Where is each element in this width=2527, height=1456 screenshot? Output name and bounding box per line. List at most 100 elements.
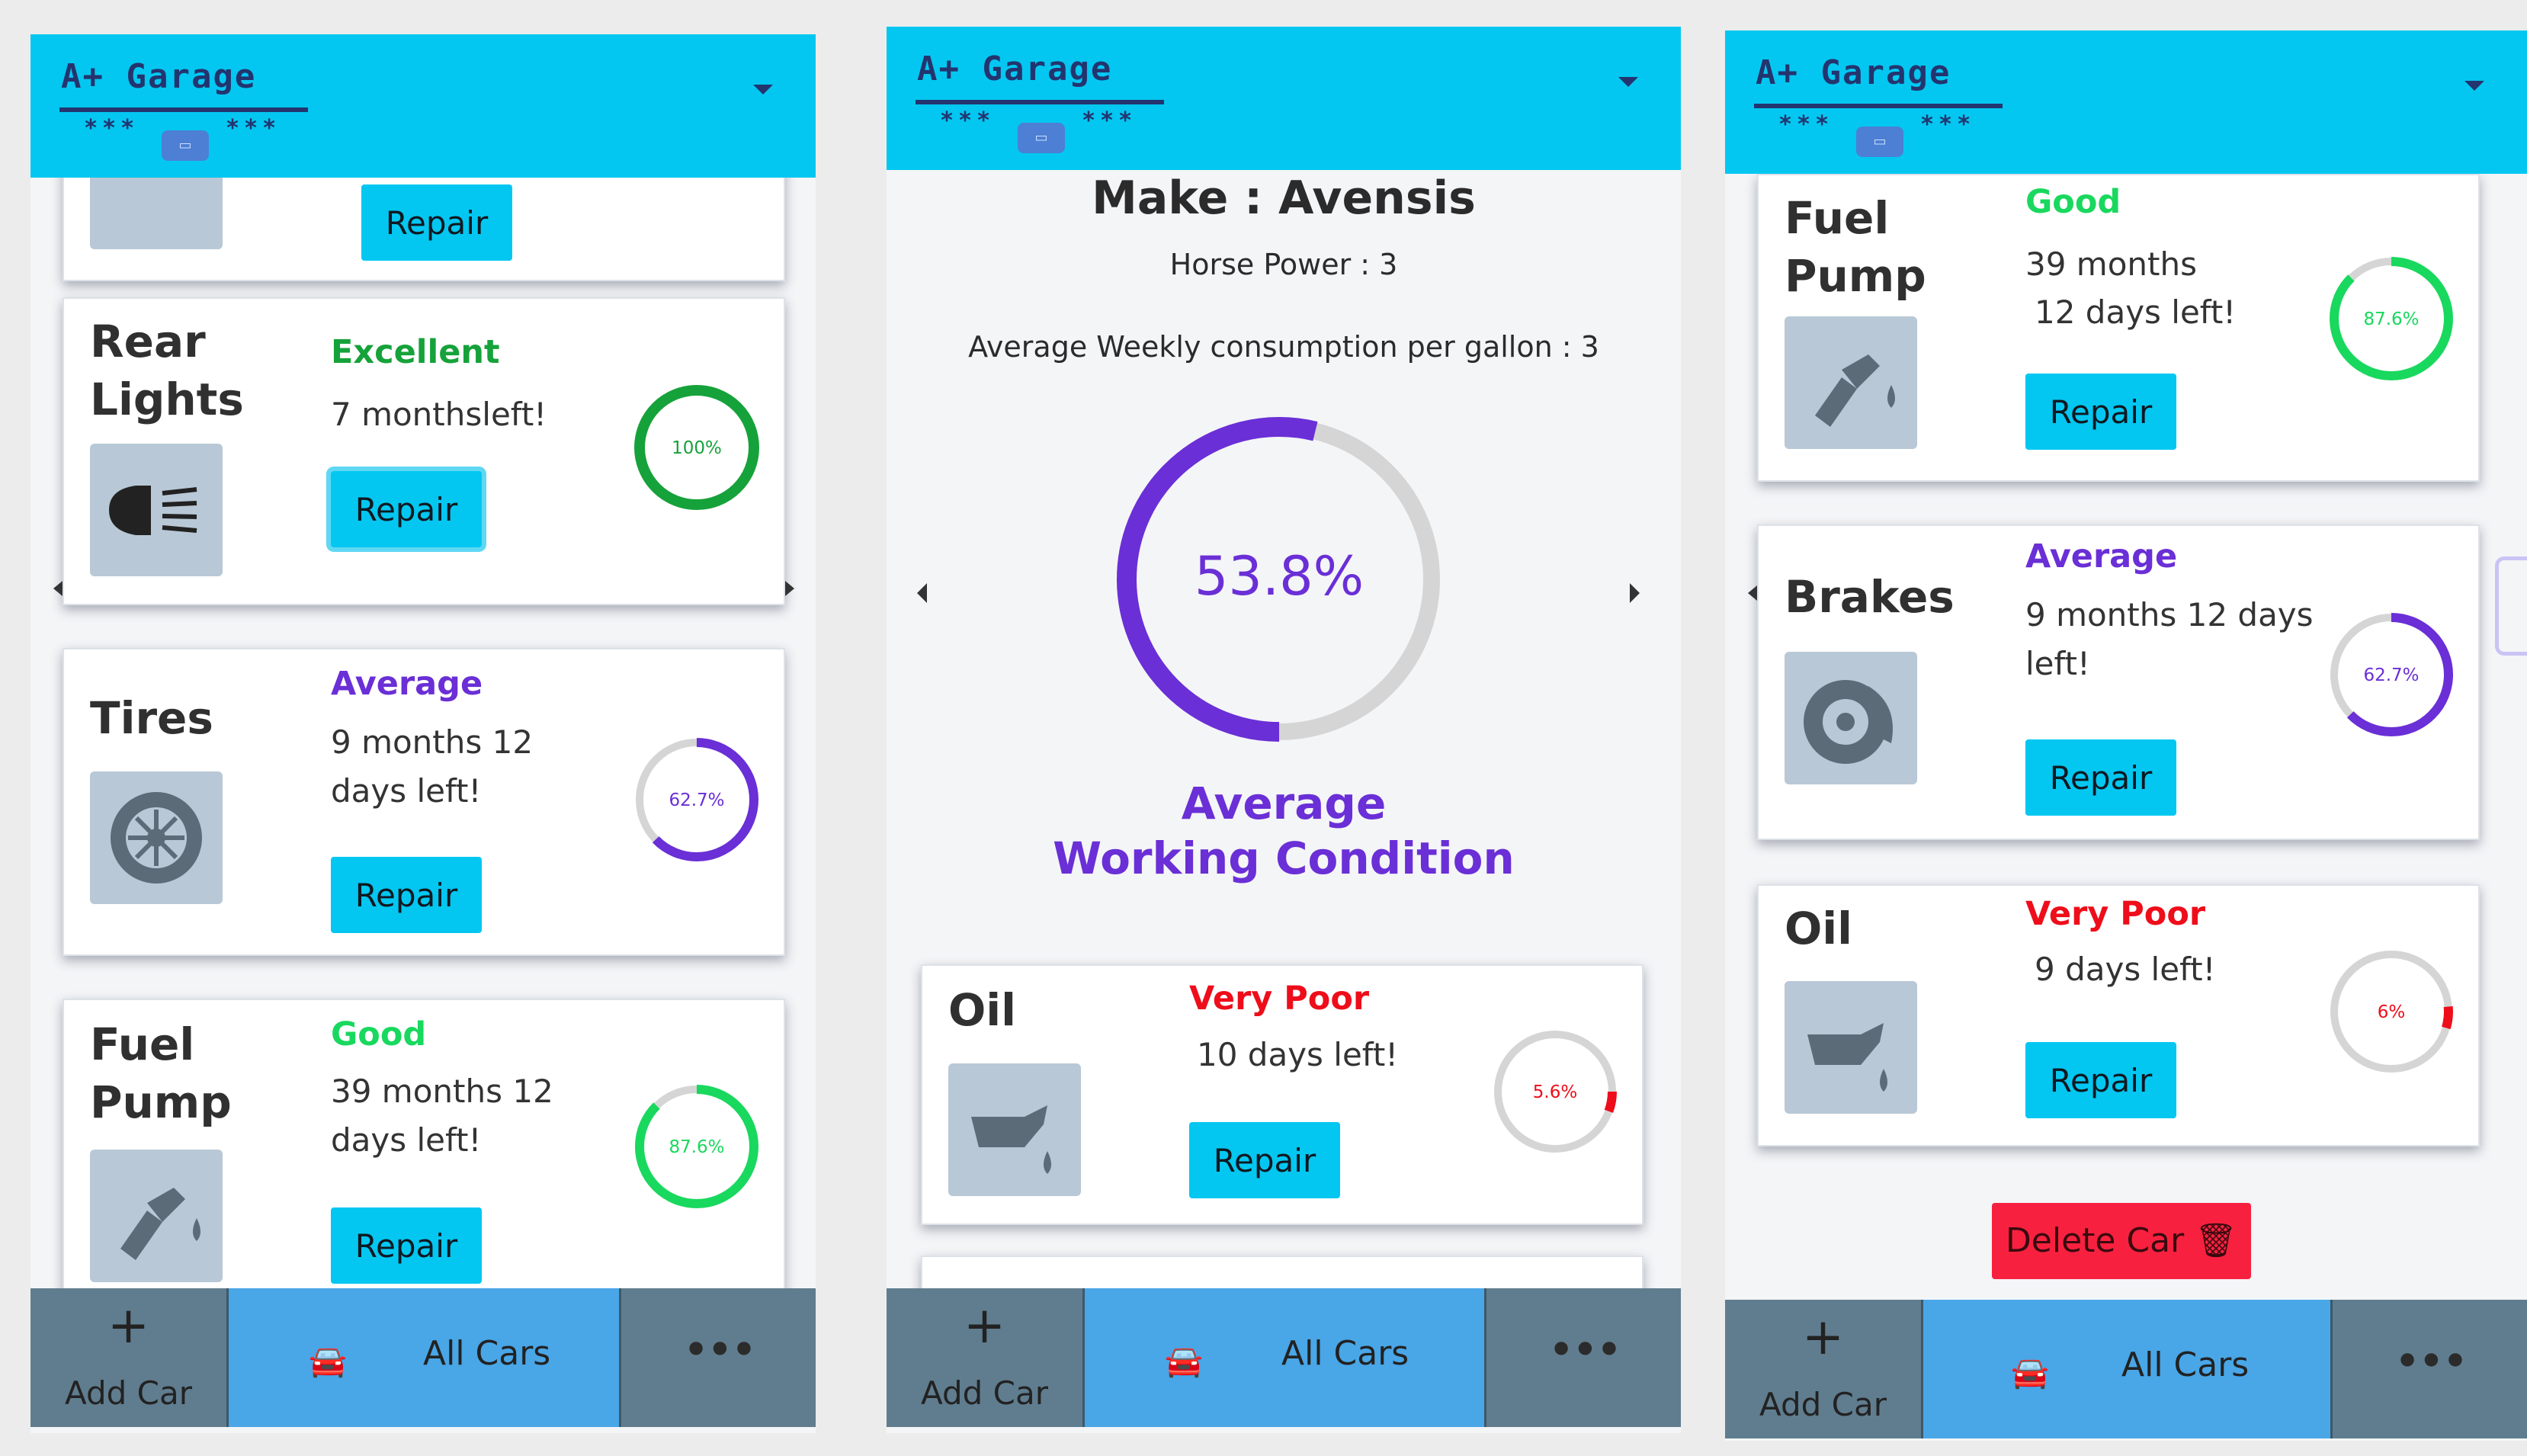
part-title: Oil xyxy=(1785,903,1853,954)
repair-button[interactable]: Repair xyxy=(2025,739,2176,816)
condition-label-line1: Average xyxy=(1181,778,1387,829)
percent-label: 87.6% xyxy=(2363,309,2419,329)
more-button[interactable]: ••• xyxy=(1486,1288,1681,1427)
car-badge-icon: ▭ xyxy=(1018,123,1065,153)
more-dots-icon: ••• xyxy=(2394,1335,2468,1388)
bottom-nav: + Add Car 🚘 All Cars ••• xyxy=(1725,1300,2527,1438)
repair-button[interactable]: Repair xyxy=(361,184,512,261)
all-cars-label: All Cars xyxy=(423,1334,551,1373)
percent-label: 100% xyxy=(672,438,722,458)
status-label: Very Poor xyxy=(2025,895,2206,933)
plus-icon: + xyxy=(963,1296,1006,1355)
brake-disc-icon xyxy=(1785,652,1917,784)
part-title: Rear Lights xyxy=(90,316,244,425)
logo-stars-right: *** xyxy=(1920,111,1976,138)
repair-button[interactable]: Repair xyxy=(331,471,482,547)
repair-button[interactable]: Repair xyxy=(2025,1042,2176,1118)
app-header: A+ Garage *** ▭ *** xyxy=(30,34,816,178)
screen-car-parts-bottom: A+ Garage *** ▭ *** Fuel Pump Good 39 mo… xyxy=(1725,30,2527,1441)
scroll-right-icon[interactable] xyxy=(785,581,794,596)
plus-icon: + xyxy=(1801,1307,1845,1366)
screen-car-overview: A+ Garage *** ▭ *** Make : Avensis Horse… xyxy=(887,27,1681,1433)
logo-stars-right: *** xyxy=(1082,107,1137,134)
more-button[interactable]: ••• xyxy=(2333,1300,2527,1438)
delete-car-label: Delete Car xyxy=(2005,1221,2185,1260)
part-title: Tires xyxy=(90,692,213,744)
app-header: A+ Garage *** ▭ *** xyxy=(887,27,1681,170)
percent-label: 5.6% xyxy=(1533,1082,1577,1102)
condition-ring: 62.7% xyxy=(628,731,765,871)
percent-label: 87.6% xyxy=(669,1137,724,1157)
next-arrow-icon[interactable] xyxy=(1630,583,1640,603)
logo-underline xyxy=(1754,104,2003,108)
status-label: Excellent xyxy=(331,333,500,371)
part-card-tires: Tires Average 9 months 12 days left! Rep… xyxy=(63,648,785,956)
status-label: Average xyxy=(2025,537,2178,576)
part-title: Brakes xyxy=(1785,571,1955,623)
menu-dropdown-icon[interactable] xyxy=(1618,77,1638,87)
bottom-nav: + Add Car 🚘 All Cars ••• xyxy=(887,1288,1681,1427)
overall-percent-label: 53.8% xyxy=(1195,545,1364,608)
car-icon: 🚘 xyxy=(2011,1355,2049,1390)
time-left-days: 12 days left! xyxy=(2035,293,2237,331)
part-card-rear-lights: Rear Lights Excellent 7 monthsleft! Repa… xyxy=(53,297,794,605)
oil-can-icon xyxy=(948,1063,1081,1196)
menu-dropdown-icon[interactable] xyxy=(2464,81,2484,91)
more-dots-icon: ••• xyxy=(1547,1323,1622,1377)
app-logo: A+ Garage xyxy=(917,50,1113,88)
menu-dropdown-icon[interactable] xyxy=(753,85,773,95)
part-card-oil: Oil Very Poor 10 days left! Repair 5.6% xyxy=(921,964,1644,1225)
repair-button[interactable]: Repair xyxy=(1189,1122,1340,1198)
part-icon xyxy=(90,165,223,249)
condition-ring: 6% xyxy=(2323,943,2460,1083)
all-cars-button[interactable]: 🚘 All Cars xyxy=(1923,1300,2333,1438)
add-car-button[interactable]: + Add Car xyxy=(887,1288,1085,1427)
time-left: 9 months 12 days left! xyxy=(331,723,534,810)
time-left: 9 months 12 days left! xyxy=(2025,596,2314,682)
time-left: 9 days left! xyxy=(2035,951,2216,988)
screen-car-parts-list: A+ Garage *** ▭ *** Repair Rear Lights E… xyxy=(30,34,816,1433)
next-card-peek xyxy=(2495,556,2527,656)
repair-button[interactable]: Repair xyxy=(331,1207,482,1284)
all-cars-button[interactable]: 🚘 All Cars xyxy=(229,1288,621,1427)
add-car-label: Add Car xyxy=(1759,1386,1887,1423)
part-title: Fuel Pump xyxy=(1785,192,1926,302)
scroll-left-icon[interactable] xyxy=(53,581,63,596)
all-cars-button[interactable]: 🚘 All Cars xyxy=(1085,1288,1486,1427)
condition-ring: 87.6% xyxy=(628,1078,765,1218)
percent-label: 6% xyxy=(2378,1002,2406,1022)
bottom-nav: + Add Car 🚘 All Cars ••• xyxy=(30,1288,816,1427)
repair-button[interactable]: Repair xyxy=(331,857,482,933)
condition-ring: 87.6% xyxy=(2323,250,2460,390)
time-left-months: 39 months xyxy=(2025,245,2197,283)
car-badge-icon: ▭ xyxy=(162,130,209,161)
app-header: A+ Garage *** ▭ *** xyxy=(1725,30,2527,174)
percent-label: 62.7% xyxy=(669,791,724,810)
logo-stars-left: *** xyxy=(940,107,996,134)
logo-underline xyxy=(916,100,1164,104)
delete-car-button[interactable]: Delete Car 🗑 xyxy=(1992,1203,2251,1279)
condition-ring: 62.7% xyxy=(2323,606,2460,746)
prev-arrow-icon[interactable] xyxy=(917,583,927,603)
all-cars-label: All Cars xyxy=(1281,1334,1409,1373)
add-car-label: Add Car xyxy=(65,1374,192,1412)
horse-power: Horse Power : 3 xyxy=(1169,248,1398,281)
plus-icon: + xyxy=(107,1296,150,1355)
part-card-fuel-pump: Fuel Pump Good 39 months 12 days left! R… xyxy=(1757,174,2480,482)
more-button[interactable]: ••• xyxy=(621,1288,816,1427)
percent-label: 62.7% xyxy=(2363,665,2419,685)
add-car-label: Add Car xyxy=(921,1374,1048,1412)
part-card-fuel-pump: Fuel Pump Good 39 months 12 days left! R… xyxy=(63,999,785,1322)
scroll-left-icon[interactable] xyxy=(1748,585,1757,601)
logo-stars-left: *** xyxy=(84,115,139,142)
app-logo: A+ Garage xyxy=(1756,53,1951,92)
add-car-button[interactable]: + Add Car xyxy=(30,1288,229,1427)
repair-button[interactable]: Repair xyxy=(2025,374,2176,450)
time-left: 7 monthsleft! xyxy=(331,396,547,433)
fuel-pump-icon xyxy=(1785,316,1917,449)
status-label: Good xyxy=(331,1015,427,1054)
app-logo: A+ Garage xyxy=(61,57,257,96)
add-car-button[interactable]: + Add Car xyxy=(1725,1300,1923,1438)
trash-icon: 🗑 xyxy=(2195,1221,2238,1260)
more-dots-icon: ••• xyxy=(682,1323,757,1377)
